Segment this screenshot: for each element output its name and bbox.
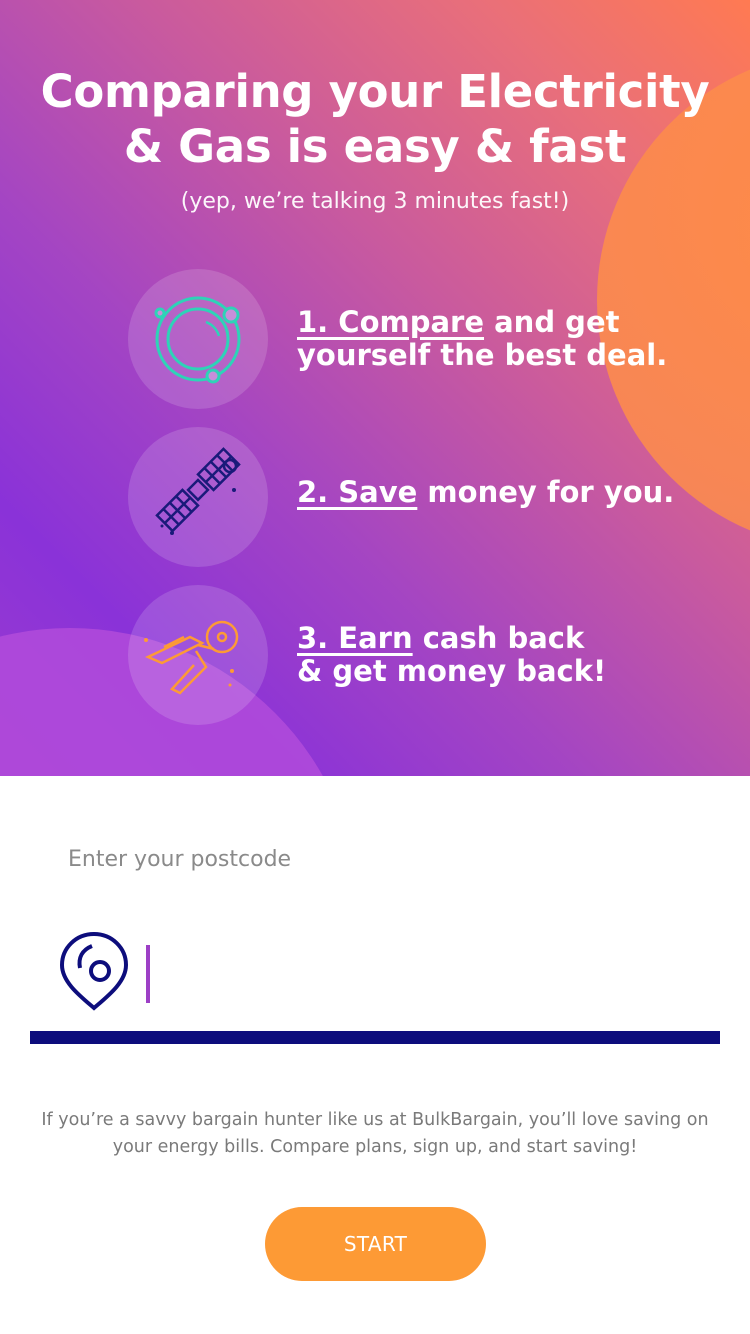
text-cursor [146, 945, 150, 1003]
planet-icon [154, 296, 241, 384]
step-3-line2: & get money back! [297, 654, 607, 688]
step-2-text: 2. Save money for you. [297, 476, 674, 509]
postcode-input[interactable] [160, 930, 704, 1022]
start-button[interactable]: START [265, 1207, 486, 1281]
spaceship-icon [144, 620, 239, 695]
step-1-text: 1. Compare and get yourself the best dea… [297, 306, 667, 372]
page-title: Comparing your Electricity & Gas is easy… [0, 64, 750, 174]
step-1-lead: 1. Compare [297, 305, 485, 339]
step-2-icon-circle [128, 427, 268, 567]
step-3-text: 3. Earn cash back & get money back! [297, 622, 606, 688]
location-pin-icon [56, 930, 132, 1016]
step-1-line2: yourself the best deal. [297, 338, 668, 372]
step-1-rest: and get [484, 305, 620, 339]
title-line-1: Comparing your Electricity [40, 65, 710, 118]
satellite-icon [155, 447, 241, 535]
hero-banner: Comparing your Electricity & Gas is easy… [0, 0, 750, 776]
intro-blurb: If you’re a savvy bargain hunter like us… [41, 1110, 709, 1157]
postcode-label: Enter your postcode [68, 847, 292, 872]
step-3-lead: 3. Earn [297, 621, 413, 655]
input-underline [30, 1031, 720, 1044]
title-line-2: & Gas is easy & fast [123, 120, 627, 173]
step-1-icon-circle [128, 269, 268, 409]
step-3-rest: cash back [412, 621, 585, 655]
step-3-icon-circle [128, 585, 268, 725]
subtitle: (yep, we’re talking 3 minutes fast!) [180, 189, 570, 214]
step-2-lead: 2. Save [297, 475, 418, 509]
step-2-rest: money for you. [417, 475, 675, 509]
